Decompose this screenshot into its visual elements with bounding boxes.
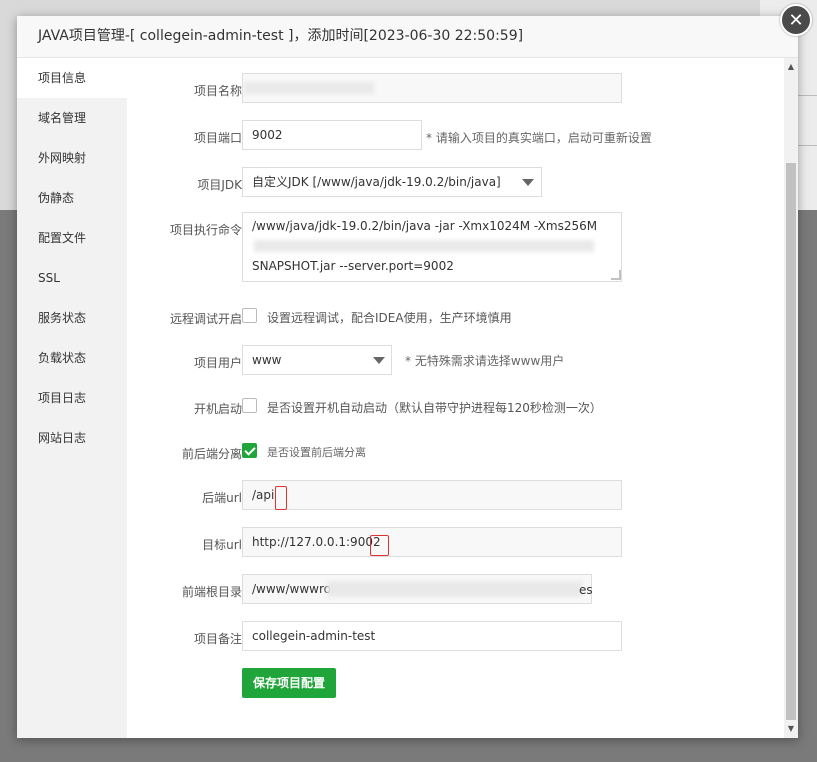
dialog-sidebar: 项目信息 域名管理 外网映射 伪静态 配置文件 SSL 服务状态 负载状态 项目… [17,58,127,738]
redacted-text [254,240,594,252]
project-name-label: 项目名称 [193,84,242,98]
vertical-scrollbar[interactable]: ▲ ▼ [784,58,798,738]
project-remark-label: 项目备注 [193,632,242,646]
sidebar-item-domain[interactable]: 域名管理 [17,98,127,138]
sidebar-item-external-mapping[interactable]: 外网映射 [17,138,127,178]
sidebar-item-service-status[interactable]: 服务状态 [17,298,127,338]
project-dialog: JAVA项目管理-[ collegein-admin-test ]，添加时间[2… [17,16,798,738]
project-command-label: 项目执行命令 [169,223,242,237]
sidebar-item-ssl[interactable]: SSL [17,258,127,298]
frontend-root-prefix: /www/wwwro [252,582,331,596]
chevron-down-icon [522,179,534,186]
project-jdk-select[interactable]: 自定义JDK [/www/java/jdk-19.0.2/bin/java] [242,167,542,197]
sidebar-item-load-status[interactable]: 负载状态 [17,338,127,378]
project-user-value: www [252,353,282,367]
scrollbar-thumb[interactable] [786,163,796,720]
project-user-hint: * 无特殊需求请选择www用户 [405,354,565,368]
project-port-input[interactable]: 9002 [242,120,422,150]
close-icon[interactable]: ✕ [780,4,812,36]
project-remark-input[interactable]: collegein-admin-test [242,621,622,651]
sidebar-item-rewrite[interactable]: 伪静态 [17,178,127,218]
target-url-input[interactable]: http://127.0.0.1:9002 [242,527,622,557]
command-line-3: SNAPSHOT.jar --server.port=9002 [252,259,454,273]
redacted-text [327,581,582,597]
scroll-down-icon[interactable]: ▼ [784,722,798,736]
text-cursor-highlight [370,535,389,556]
project-user-select[interactable]: www [242,345,392,375]
chevron-down-icon [373,357,385,364]
frontend-backend-split-text: 是否设置前后端分离 [267,446,366,459]
autostart-text: 是否设置开机自动启动（默认自带守护进程每120秒检测一次） [267,401,602,415]
project-jdk-value: 自定义JDK [/www/java/jdk-19.0.2/bin/java] [252,175,501,189]
target-url-label: 目标url [202,538,242,552]
sidebar-item-config-file[interactable]: 配置文件 [17,218,127,258]
scroll-up-icon[interactable]: ▲ [784,60,798,74]
redacted-text [244,82,374,94]
command-line-1: /www/java/jdk-19.0.2/bin/java -jar -Xmx1… [252,219,598,233]
project-port-label: 项目端口 [193,131,242,145]
remote-debug-text: 设置远程调试，配合IDEA使用，生产环境慎用 [267,311,512,325]
sidebar-item-project-info[interactable]: 项目信息 [17,58,127,98]
save-project-config-button[interactable]: 保存项目配置 [242,668,337,698]
frontend-backend-split-checkbox[interactable] [242,443,257,458]
frontend-root-suffix: es [579,583,593,597]
sidebar-item-site-log[interactable]: 网站日志 [17,418,127,458]
project-user-label: 项目用户 [193,356,242,370]
project-port-hint: * 请输入项目的真实端口，启动可重新设置 [426,131,652,145]
form-panel: 项目名称 项目端口 9002 * 请输入项目的真实端口，启动可重新设置 项目JD… [127,58,784,738]
backend-url-input[interactable]: /api [242,480,622,510]
backend-url-label: 后端url [202,491,242,505]
text-cursor-highlight [275,486,287,510]
autostart-checkbox[interactable] [242,398,257,413]
remote-debug-label: 远程调试开启 [169,312,242,326]
remote-debug-checkbox[interactable] [242,308,257,323]
frontend-root-label: 前端根目录 [181,585,242,599]
autostart-label: 开机启动 [193,402,242,416]
project-jdk-label: 项目JDK [197,178,242,192]
dialog-title: JAVA项目管理-[ collegein-admin-test ]，添加时间[2… [17,16,798,58]
sidebar-item-project-log[interactable]: 项目日志 [17,378,127,418]
resize-grip-icon[interactable] [611,270,621,280]
frontend-backend-split-label: 前后端分离 [181,447,242,461]
